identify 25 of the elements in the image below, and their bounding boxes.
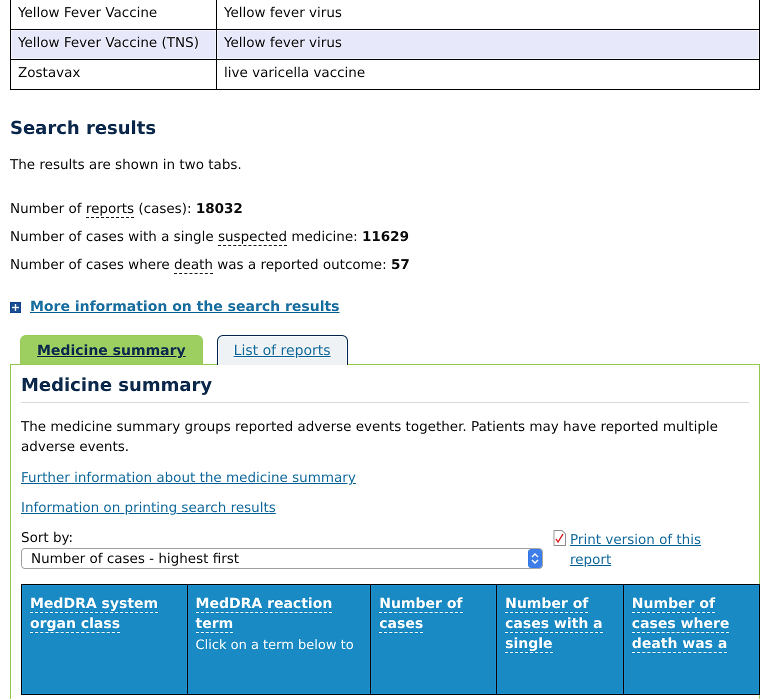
intro-text: The results are shown in two tabs.	[10, 156, 243, 175]
column-header[interactable]: Number of cases where death was a	[623, 584, 760, 694]
section-heading: Search results	[10, 118, 158, 139]
stat-line: Number of cases where death was a reported outcome: 57	[10, 256, 411, 276]
table-cell: Zostavax	[10, 60, 216, 90]
sort-label: Sort by:	[21, 530, 74, 546]
column-header[interactable]: MedDRA system organ class	[22, 584, 188, 694]
stat-line: Number of reports (cases): 18032	[10, 200, 244, 220]
info-link[interactable]: Further information about the medicine summary	[21, 470, 356, 486]
description-text: The medicine summary groups reported adverse events together. Patients may have reported multiple adverse events.	[21, 418, 719, 457]
pdf-icon	[553, 530, 566, 546]
column-header[interactable]: Number of cases	[370, 584, 497, 694]
column-header[interactable]: MedDRA reaction term Click on a term below to	[187, 584, 371, 694]
stat-line: Number of cases with a single suspected medicine: 11629	[10, 228, 410, 248]
tab[interactable]: List of reports	[216, 335, 348, 365]
print-link[interactable]: Print version of this report	[570, 530, 720, 570]
more-info-link[interactable]: More information on the search results	[30, 299, 340, 315]
column-header[interactable]: Number of cases with a single	[496, 584, 624, 694]
info-link[interactable]: Information on printing search results	[21, 500, 276, 516]
table-cell: live varicella vaccine	[216, 60, 760, 90]
sort-select[interactable]: Number of cases - highest first	[21, 548, 543, 569]
tab[interactable]: Medicine summary	[20, 335, 203, 365]
panel-heading: Medicine summary	[21, 375, 749, 403]
dropdown-arrows-icon	[528, 549, 542, 568]
plus-icon[interactable]	[10, 302, 21, 312]
